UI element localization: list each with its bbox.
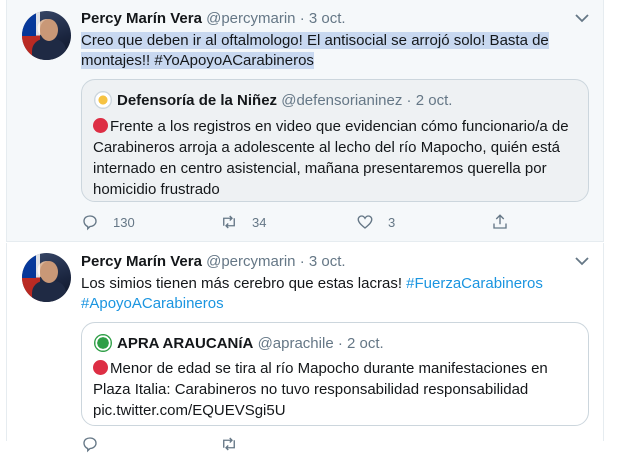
reply-count: 130 [113,214,135,230]
chevron-down-icon[interactable] [575,12,589,26]
tweet[interactable]: Percy Marín Vera @percymarin · 3 oct. Cr… [6,0,604,242]
share-button[interactable] [491,213,523,231]
separator: · [337,334,343,352]
separator: · [299,10,305,27]
tweet-text-selected: Creo que deben ir al oftalmologo! El ant… [81,32,549,69]
like-count: 3 [388,214,396,230]
author-name[interactable]: Percy Marín Vera [81,10,202,27]
red-circle-emoji [93,118,108,133]
quoted-tweet[interactable]: APRA ARAUCANíA @aprachile · 2 oct. Menor… [81,322,589,426]
quote-header: APRA ARAUCANíA @aprachile · 2 oct. [94,334,384,352]
hashtag-link[interactable]: #ApoyoACarabineros [81,295,224,312]
tweet-date[interactable]: 3 oct. [309,10,346,27]
quote-header: Defensoría de la Niñez @defensorianinez … [94,91,452,109]
hashtag-link[interactable]: #FuerzaCarabineros [406,275,543,292]
share-icon [493,214,507,229]
tweet-actions [81,435,521,455]
quote-text: Frente a los registros en video que evid… [93,118,569,198]
quote-avatar [94,91,112,109]
quote-text: Menor de edad se tira al río Mapocho dur… [93,360,548,419]
avatar[interactable] [22,11,71,60]
tweet-header: Percy Marín Vera @percymarin · 3 oct. [81,10,346,27]
quote-handle: @aprachile [257,334,334,352]
retweet-button[interactable] [220,435,252,453]
reply-icon [83,437,97,453]
tweet[interactable]: Percy Marín Vera @percymarin · 3 oct. Lo… [6,243,604,453]
red-circle-emoji [93,360,108,375]
author-name[interactable]: Percy Marín Vera [81,253,202,270]
author-handle[interactable]: @percymarin [206,10,295,27]
quote-author-name: Defensoría de la Niñez [117,91,278,109]
quote-date: 2 oct. [347,334,384,352]
tweet-date[interactable]: 3 oct. [309,253,346,270]
quote-date: 2 oct. [415,91,453,109]
reply-button[interactable]: 130 [81,213,135,231]
quote-avatar [94,334,112,352]
quoted-tweet[interactable]: Defensoría de la Niñez @defensorianinez … [81,79,589,202]
like-button[interactable]: 3 [356,213,395,231]
separator: · [406,91,412,109]
tweet-header: Percy Marín Vera @percymarin · 3 oct. [81,253,346,270]
tweet-text: Los simios tienen más cerebro que estas … [81,274,581,313]
reply-icon [83,215,97,231]
retweet-count: 34 [252,214,267,230]
tweet-text: Creo que deben ir al oftalmologo! El ant… [81,31,581,70]
avatar[interactable] [22,253,71,302]
retweet-button[interactable]: 34 [220,213,266,231]
reply-button[interactable] [81,435,113,453]
author-handle[interactable]: @percymarin [206,253,295,270]
chevron-down-icon[interactable] [575,255,589,269]
retweet-icon [223,437,235,451]
retweet-icon [223,215,235,229]
separator: · [299,253,305,270]
tweet-text-plain: Los simios tienen más cerebro que estas … [81,275,407,292]
quote-handle: @defensorianinez [281,91,403,109]
like-icon [357,215,373,229]
quote-author-name: APRA ARAUCANíA [117,334,254,352]
tweet-actions: 130 34 3 [81,213,521,233]
